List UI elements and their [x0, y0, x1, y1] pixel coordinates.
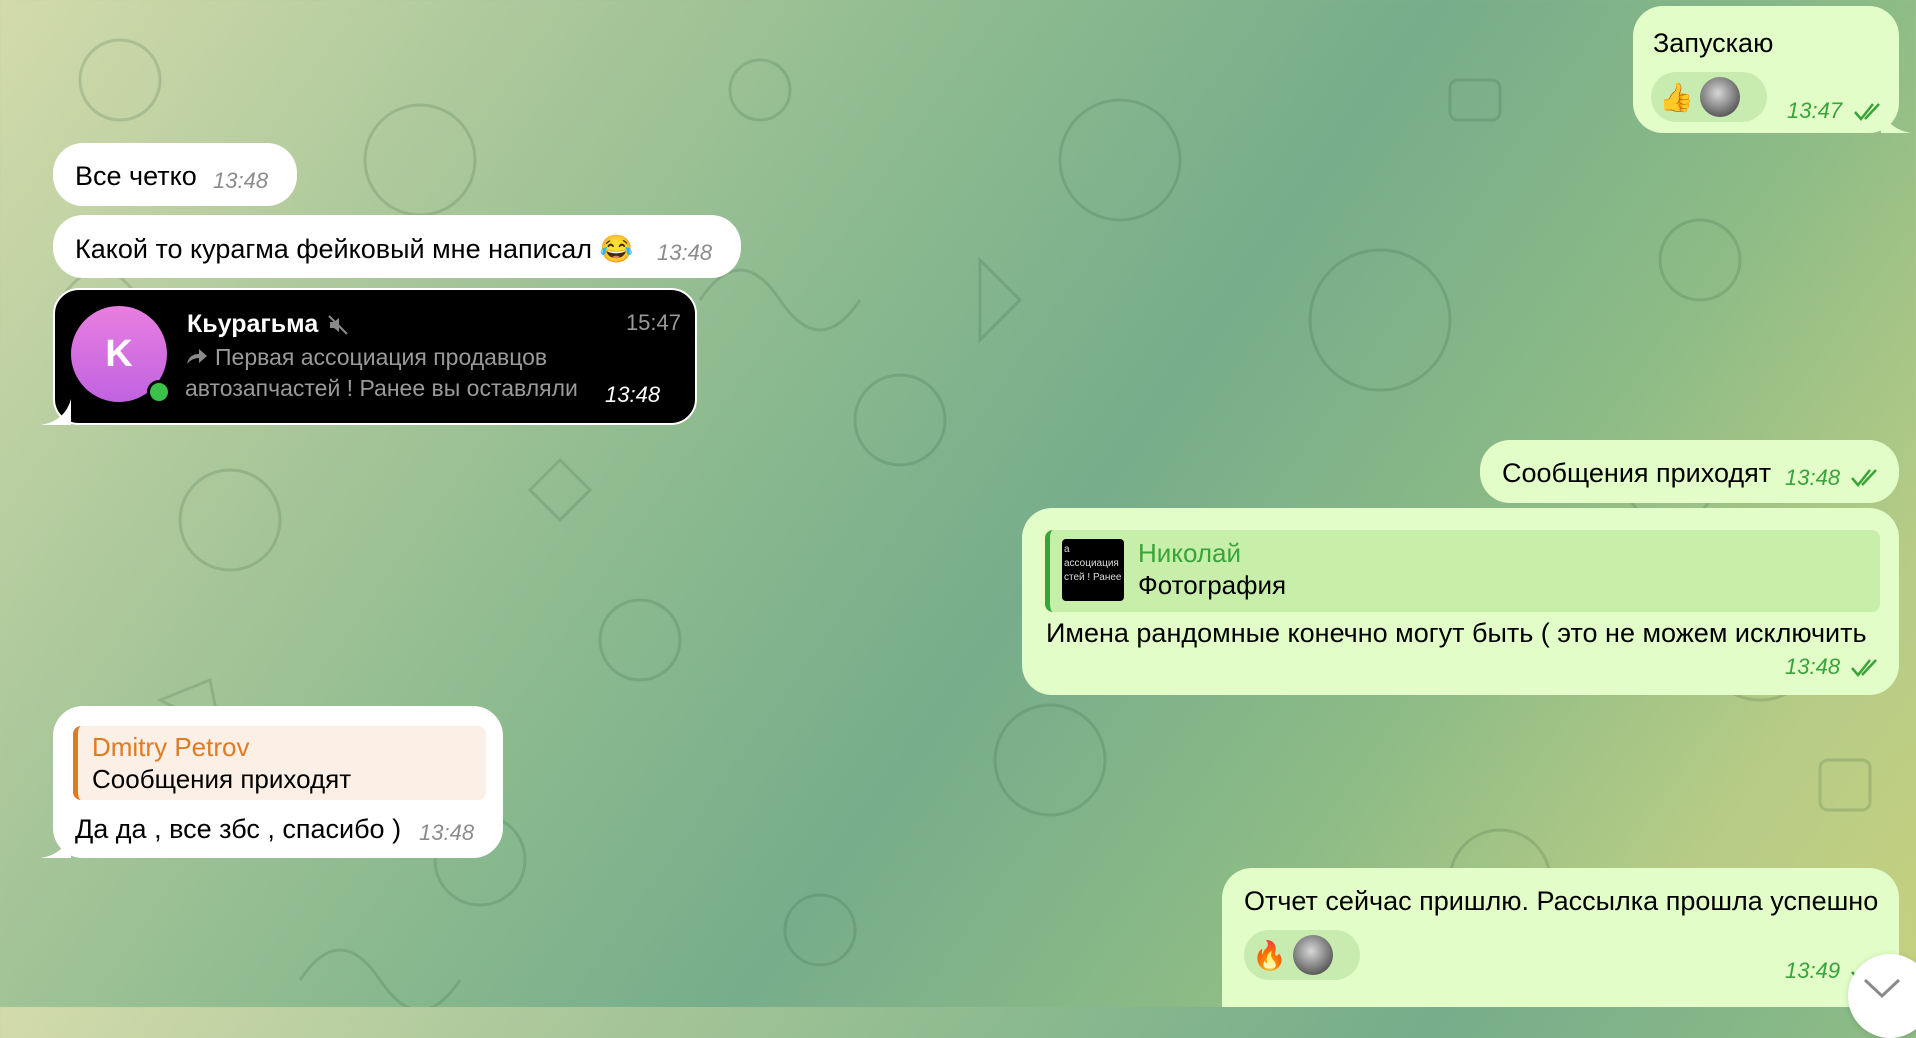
- message-outgoing-launch[interactable]: Запускаю 👍 13:47: [1633, 6, 1911, 133]
- online-indicator: [147, 380, 171, 404]
- read-ticks-icon: [1851, 469, 1877, 487]
- message-incoming-forwarded-card[interactable]: K Кьурагьма 15:47 Первая ассоциация прод…: [41, 288, 697, 425]
- reply-text: Фотография: [1138, 570, 1287, 600]
- message-time: 13:48: [1785, 654, 1841, 679]
- reaction-chip[interactable]: 👍: [1651, 72, 1767, 122]
- preview-line-2: автозапчастей ! Ранее вы оставляли: [185, 375, 578, 401]
- bubble-tail: [41, 399, 71, 425]
- bubble-tail: [1881, 107, 1911, 133]
- reactor-avatar: [1292, 935, 1333, 975]
- message-time: 13:48: [1785, 465, 1841, 490]
- reply-author: Николай: [1138, 538, 1242, 568]
- message-time: 13:47: [1787, 98, 1843, 123]
- chevron-down-icon: [1863, 978, 1901, 999]
- fire-reaction-icon: 🔥: [1252, 939, 1287, 971]
- message-incoming-thanks[interactable]: Dmitry Petrov Сообщения приходят Да да ,…: [41, 706, 503, 858]
- message-outgoing-report[interactable]: Отчет сейчас пришлю. Рассылка прошла усп…: [1222, 868, 1899, 1007]
- message-text: Все четко: [75, 161, 197, 191]
- chat-name: Кьурагьма: [187, 310, 319, 338]
- bubble-tail: [41, 832, 71, 858]
- reactor-avatar: [1699, 77, 1740, 117]
- message-time: 13:48: [599, 382, 667, 408]
- preview-line-1: Первая ассоциация продавцов: [215, 344, 548, 370]
- message-text: Запускаю: [1653, 28, 1774, 58]
- reply-text: Сообщения приходят: [92, 764, 352, 794]
- message-incoming-all-clear[interactable]: Все четко 13:48: [53, 143, 297, 206]
- thumbs-up-reaction-icon: 👍: [1659, 81, 1694, 113]
- reply-quote[interactable]: Dmitry Petrov Сообщения приходят: [73, 726, 486, 800]
- reply-thumbnail: а ассоциация стей ! Ранее: [1062, 539, 1124, 601]
- message-time: 13:48: [213, 168, 269, 193]
- read-ticks-icon: [1851, 659, 1877, 677]
- speaker-muted-icon: [328, 315, 348, 335]
- message-time: 13:49: [1785, 958, 1841, 983]
- message-time: 13:48: [657, 240, 713, 265]
- message-text: Имена рандомные конечно могут быть ( это…: [1046, 618, 1867, 648]
- read-ticks-icon: [1854, 103, 1880, 121]
- message-text: Отчет сейчас пришлю. Рассылка прошла усп…: [1244, 886, 1879, 916]
- message-text: Сообщения приходят: [1502, 458, 1772, 488]
- message-text: Какой то курагма фейковый мне написал 😂: [75, 234, 634, 264]
- message-incoming-fake-kuragma[interactable]: Какой то курагма фейковый мне написал 😂 …: [53, 215, 741, 278]
- message-outgoing-messages-arrive[interactable]: Сообщения приходят 13:48: [1480, 440, 1899, 503]
- chat-time: 15:47: [625, 310, 681, 335]
- reaction-chip[interactable]: 🔥: [1244, 930, 1360, 980]
- message-text: Да да , все збс , спасибо ): [75, 814, 402, 844]
- reply-author: Dmitry Petrov: [92, 732, 250, 762]
- message-outgoing-random-names[interactable]: а ассоциация стей ! Ранее Николай Фотогр…: [1022, 508, 1899, 695]
- forward-arrow-icon: [187, 349, 207, 364]
- reply-quote[interactable]: а ассоциация стей ! Ранее Николай Фотогр…: [1045, 530, 1880, 612]
- scroll-to-bottom-button[interactable]: [1848, 954, 1916, 1038]
- message-time: 13:48: [419, 820, 475, 845]
